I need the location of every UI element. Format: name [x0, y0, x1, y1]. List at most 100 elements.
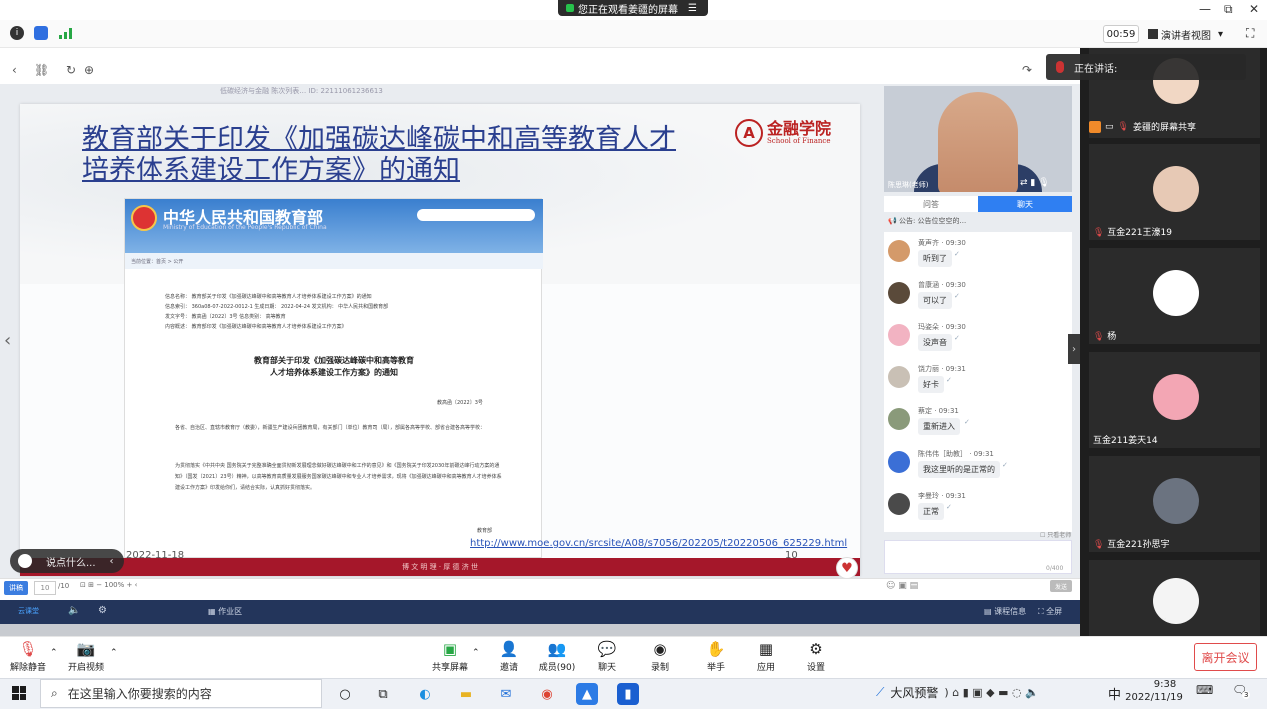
members-button[interactable]: 👥 成员(90) [533, 640, 581, 674]
switch-camera-icon[interactable]: ⇄ [1020, 178, 1028, 188]
chrome-icon[interactable]: ◉ [536, 683, 558, 705]
tab-qa[interactable]: 问答 [884, 196, 978, 212]
speaker-icon[interactable]: 🔈 [68, 605, 80, 616]
search-placeholder: 在这里输入你要搜索的内容 [67, 687, 212, 701]
photos-app-icon[interactable]: ▲ [576, 683, 598, 705]
mic-icon[interactable]: 🎙 [1038, 178, 1049, 188]
scroll-down-icon[interactable]: ⌄ [1160, 612, 1168, 623]
audio-options-chevron-icon[interactable]: ⌃ [50, 648, 58, 658]
share-screen-button[interactable]: ▣ 共享屏幕 [426, 640, 474, 674]
windows-start-icon[interactable] [12, 686, 26, 700]
workzone-button[interactable]: ▦ 作业区 [208, 606, 242, 617]
comment-input-button[interactable]: 说点什么... ‹ [10, 549, 124, 573]
course-info-button[interactable]: ▤ 课程信息 [984, 606, 1026, 617]
mic-muted-icon: 🎙 [1093, 540, 1108, 550]
edge-browser-icon[interactable]: ◐ [414, 683, 436, 705]
page-number-input[interactable]: 10 [34, 581, 56, 595]
screen-share-status[interactable]: 您正在观看姜疆的屏幕 ☰ [558, 0, 708, 16]
notifications-icon[interactable]: 🗨 3 [1232, 683, 1252, 701]
meeting-app-icon[interactable]: ▮ [617, 683, 639, 705]
mail-icon[interactable]: ✉ [495, 683, 517, 705]
unmute-button[interactable]: 🎙 解除静音 [4, 640, 52, 674]
view-mode-dropdown[interactable]: 演讲者视图 ▾ [1148, 25, 1238, 43]
participant-tile[interactable]: 🎙 杨 [1089, 248, 1260, 344]
doc-meta-line: 信息名称： 教育部关于印发《加强碳达峰碳中和高等教育人才培养体系建设工作方案》的… [165, 294, 372, 300]
slide-meta-text: 低碳经济与金融 陈次列表… ID: 22111061236613 [220, 87, 383, 95]
invite-button[interactable]: 👤 邀请 [485, 640, 533, 674]
back-icon[interactable]: ‹ [12, 63, 17, 77]
leave-meeting-button[interactable]: 离开会议 [1194, 643, 1257, 671]
notes-tag-button[interactable]: 讲稿 [4, 581, 28, 595]
start-video-button[interactable]: 📷 开启视频 [62, 640, 110, 674]
clock-date[interactable]: 2022/11/19 [1124, 692, 1184, 703]
link-icon[interactable]: ⛓ [34, 63, 49, 77]
signal-strength-icon[interactable] [58, 26, 74, 40]
file-icon[interactable]: ▤ [910, 581, 919, 591]
share-options-chevron-icon[interactable]: ⌃ [472, 648, 480, 658]
browser-toolbar [0, 56, 1080, 84]
chat-button[interactable]: 💬 聊天 [583, 640, 631, 674]
refresh-icon[interactable]: ↻ [66, 63, 76, 77]
read-receipt-icon: ✓ [954, 334, 960, 342]
slide-title[interactable]: 教育部关于印发《加强碳达峰碳中和高等教育人才培养体系建设工作方案》的通知 [82, 124, 682, 186]
collapse-panel-icon[interactable]: › [1068, 334, 1080, 364]
task-view-icon[interactable]: ⧉ [372, 683, 394, 705]
clock-time[interactable]: 9:38 [1135, 679, 1195, 690]
doc-heading-line1: 教育部关于印发《加强碳达峰碳中和高等教育 [254, 356, 414, 365]
like-heart-icon[interactable]: ♥ [836, 557, 858, 579]
collapse-comment-icon[interactable]: ‹ [110, 556, 114, 567]
read-receipt-icon: ✓ [954, 292, 960, 300]
settings-icon[interactable]: ⚙ [98, 605, 107, 616]
source-link[interactable]: http://www.moe.gov.cn/srcsite/A08/s7056/… [470, 538, 847, 549]
teacher-video-controls[interactable]: ⇄ ▮ 🎙 [1020, 178, 1050, 188]
share-indicator-icon [566, 4, 574, 12]
collapse-icon[interactable]: ‹ [132, 581, 138, 589]
tab-chat[interactable]: 聊天 [978, 196, 1072, 212]
raise-hand-button[interactable]: ✋ 举手 [692, 640, 740, 674]
teacher-video[interactable] [884, 86, 1072, 192]
platform-fullscreen-button[interactable]: ⛶ 全屏 [1038, 606, 1062, 617]
file-explorer-icon[interactable]: ▬ [455, 683, 477, 705]
participant-tile[interactable] [1089, 560, 1260, 636]
chat-label: 聊天 [597, 663, 616, 673]
restore-button[interactable]: ⧉ [1224, 2, 1233, 17]
fullscreen-icon[interactable]: ⛶ [1246, 26, 1254, 41]
globe-icon[interactable]: ⊕ [84, 63, 94, 77]
only-teacher-checkbox[interactable]: ☐ 只看老师 [1040, 530, 1071, 539]
input-method-indicator[interactable]: 中 [1108, 684, 1121, 703]
fit-screen-icon[interactable]: ⊡ ⊞ [80, 581, 96, 589]
security-shield-icon[interactable] [34, 26, 48, 40]
cortana-icon[interactable]: ○ [334, 683, 356, 705]
video-options-chevron-icon[interactable]: ⌃ [110, 648, 118, 658]
settings-label: 设置 [806, 663, 825, 673]
avatar [888, 282, 910, 304]
record-button[interactable]: ◉ 录制 [636, 640, 684, 674]
close-button[interactable]: ✕ [1249, 2, 1259, 16]
participant-tile[interactable]: 🎙 互金221孙思宇 [1089, 456, 1260, 552]
avatar [1153, 270, 1199, 316]
send-button[interactable]: 发送 [1050, 580, 1072, 592]
weather-alert[interactable]: ⟋ 大风预警 ) ⌂ ▮ ▣ ◆ ▬ ◌ 🔈 [876, 684, 1039, 701]
apps-button[interactable]: ▦ 应用 [742, 640, 790, 674]
menu-icon[interactable]: ☰ [688, 3, 697, 14]
chat-input-field[interactable] [884, 540, 1072, 574]
taskbar-search-input[interactable]: ⌕ 在这里输入你要搜索的内容 [40, 679, 322, 708]
info-icon[interactable]: i [10, 26, 24, 40]
doc-reference: 教高函〔2022〕3号 [437, 400, 483, 406]
keyboard-icon[interactable]: ⌨ [1196, 683, 1213, 697]
minimize-button[interactable]: — [1199, 2, 1211, 16]
participant-tile[interactable]: 🎙 互金221王濠19 [1089, 144, 1260, 240]
settings-button[interactable]: ⚙ 设置 [792, 640, 840, 674]
chat-bubble: 没声音 [918, 334, 952, 351]
tray-icons[interactable]: ) ⌂ ▮ ▣ ◆ ▬ ◌ 🔈 [944, 686, 1038, 699]
signal-icon: ▮ [1030, 178, 1036, 188]
previous-slide-icon[interactable]: ‹ [4, 330, 11, 351]
chat-tools[interactable]: ☺ ▣ ▤ [886, 581, 918, 591]
image-icon[interactable]: ▣ [898, 581, 907, 591]
share-arrow-icon[interactable]: ↷ [1022, 63, 1032, 77]
announcement-bar[interactable]: 📢 公告: 公告位空空的... [884, 216, 1072, 230]
zoom-control[interactable]: ⊡ ⊞ − 100% + ‹ [80, 581, 137, 589]
participant-tile[interactable]: 互金211姜天14 [1089, 352, 1260, 448]
emoji-icon[interactable]: ☺ [886, 581, 895, 591]
avatar [888, 324, 910, 346]
